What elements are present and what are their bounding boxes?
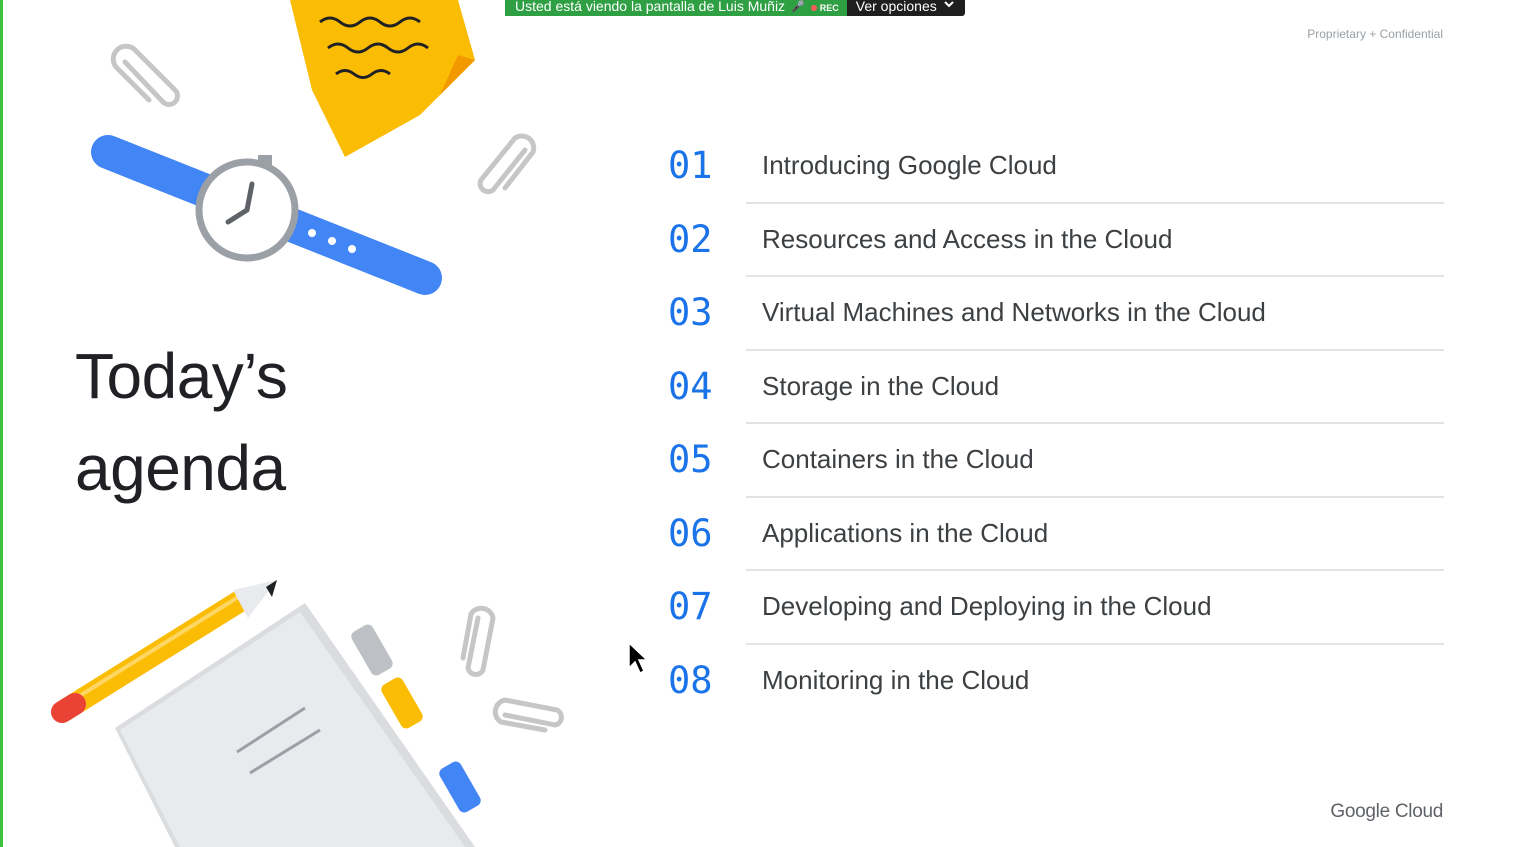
agenda-item: 04 Storage in the Cloud <box>668 351 1444 424</box>
agenda-list: 01 Introducing Google Cloud 02 Resources… <box>668 130 1444 718</box>
chevron-down-icon <box>944 1 954 8</box>
agenda-number: 03 <box>668 291 713 334</box>
agenda-number: 06 <box>668 511 713 555</box>
agenda-label: Containers in the Cloud <box>762 444 1034 474</box>
agenda-label: Resources and Access in the Cloud <box>762 223 1173 254</box>
agenda-label: Introducing Google Cloud <box>762 150 1057 180</box>
google-cloud-logo: Google Cloud <box>1330 801 1443 822</box>
agenda-number: 08 <box>668 658 713 702</box>
view-options-button[interactable]: Ver opciones <box>846 0 965 16</box>
agenda-item: 03 Virtual Machines and Networks in the … <box>668 277 1444 351</box>
slide-title: Today’s agenda <box>75 340 288 504</box>
agenda-item: 05 Containers in the Cloud <box>668 424 1444 498</box>
agenda-item: 02 Resources and Access in the Cloud <box>668 204 1444 277</box>
agenda-label: Developing and Deploying in the Cloud <box>762 591 1212 621</box>
agenda-label: Storage in the Cloud <box>762 370 1000 401</box>
agenda-label: Monitoring in the Cloud <box>762 664 1030 695</box>
agenda-number: 04 <box>668 364 713 408</box>
rec-indicator: REC <box>810 1 839 15</box>
agenda-item: 07 Developing and Deploying in the Cloud <box>668 571 1444 645</box>
agenda-number: 01 <box>668 144 713 187</box>
screen-share-banner: Usted está viendo la pantalla de Luis Mu… <box>505 0 965 16</box>
mouse-cursor-icon <box>628 642 649 675</box>
agenda-item: 01 Introducing Google Cloud <box>668 130 1444 204</box>
confidential-label: Proprietary + Confidential <box>1307 27 1443 41</box>
agenda-number: 02 <box>668 217 713 261</box>
agenda-label: Applications in the Cloud <box>762 517 1049 548</box>
agenda-label: Virtual Machines and Networks in the Clo… <box>762 297 1266 327</box>
microphone-icon: 🎤 <box>791 1 805 13</box>
watch-icon <box>91 135 442 295</box>
agenda-item: 06 Applications in the Cloud <box>668 498 1444 571</box>
agenda-item: 08 Monitoring in the Cloud <box>668 645 1444 719</box>
sticky-note-icon <box>290 0 475 157</box>
agenda-number: 07 <box>668 585 713 628</box>
share-message: Usted está viendo la pantalla de Luis Mu… <box>505 0 847 16</box>
agenda-number: 05 <box>668 438 713 481</box>
record-dot-icon <box>810 5 817 11</box>
